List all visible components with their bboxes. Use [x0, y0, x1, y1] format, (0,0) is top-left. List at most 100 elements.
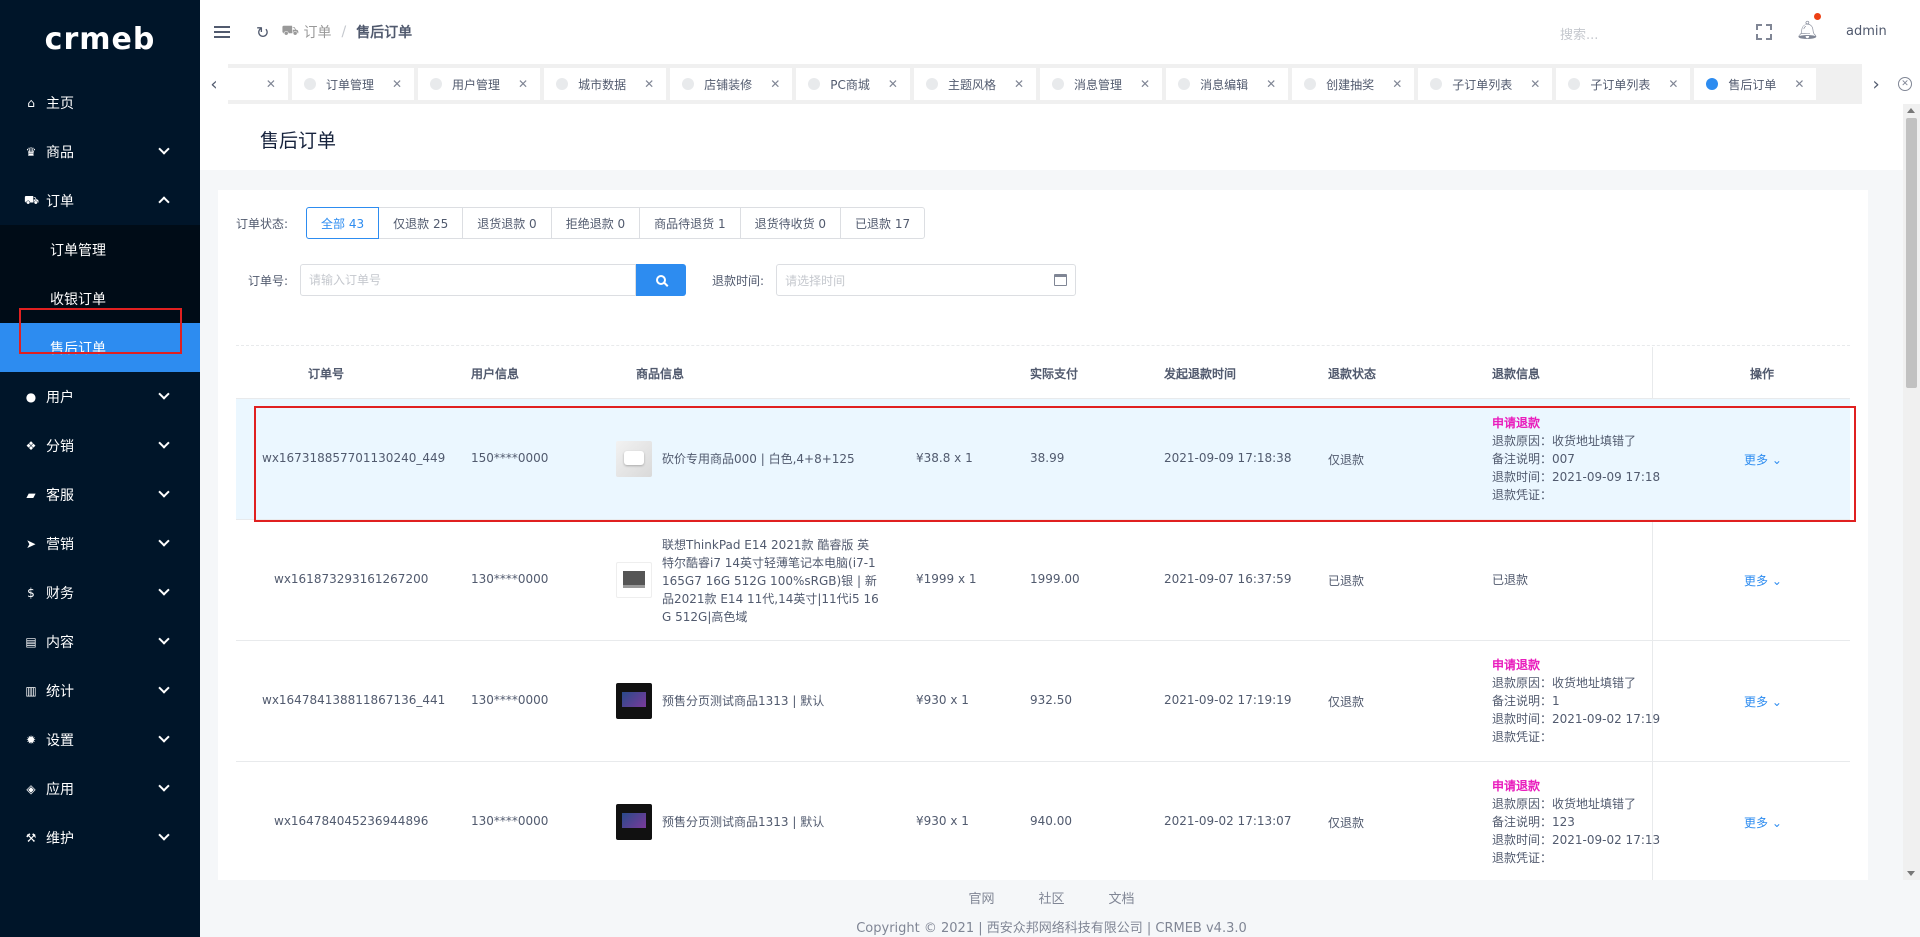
- table-row[interactable]: wx164784045236944896 130****0000 预售分页测试商…: [236, 762, 1850, 880]
- chevron-down-icon: [158, 780, 170, 792]
- close-icon[interactable]: ✕: [644, 77, 654, 91]
- tab-message-management[interactable]: 消息管理 ✕: [1040, 68, 1163, 100]
- scroll-up-icon[interactable]: [1907, 108, 1915, 113]
- product-thumbnail: [616, 441, 652, 477]
- sidebar-subitem-aftersale-orders[interactable]: 售后订单: [0, 323, 200, 372]
- sidebar-item-users[interactable]: ● 用户: [0, 372, 200, 421]
- header-search[interactable]: 搜索...: [1560, 24, 1598, 43]
- tab-hidden[interactable]: ✕: [227, 68, 288, 100]
- tab-scroll-right-icon[interactable]: ›: [1862, 64, 1891, 104]
- chevron-down-icon: [158, 829, 170, 841]
- sidebar-subitem-order-management[interactable]: 订单管理: [0, 225, 200, 274]
- sidebar-item-orders[interactable]: ⛟ 订单: [0, 176, 200, 225]
- table-row[interactable]: wx161873293161267200 130****0000 联想Think…: [236, 520, 1850, 641]
- product-name: 预售分页测试商品1313 | 默认: [662, 815, 825, 829]
- sidebar-item-label: 统计: [46, 683, 74, 700]
- filter-awaiting-receipt[interactable]: 退货待收货 0: [739, 207, 842, 239]
- product-thumbnail: [616, 804, 652, 840]
- filter-refunded[interactable]: 已退款 17: [840, 207, 926, 239]
- cart-icon: ⛟: [24, 192, 40, 207]
- more-dropdown[interactable]: 更多 ⌄: [1744, 814, 1782, 831]
- user-menu[interactable]: admin: [1846, 24, 1887, 39]
- close-icon[interactable]: ✕: [1266, 77, 1276, 91]
- bell-icon[interactable]: 🔔︎: [1796, 20, 1819, 41]
- tab-user-management[interactable]: 用户管理 ✕: [418, 68, 541, 100]
- scroll-thumb[interactable]: [1906, 118, 1917, 388]
- order-no-input[interactable]: [300, 264, 637, 296]
- book-icon: ▤: [25, 634, 37, 649]
- search-button[interactable]: [636, 264, 687, 296]
- tab-create-lottery[interactable]: 创建抽奖 ✕: [1292, 68, 1415, 100]
- sidebar-item-label: 商品: [46, 144, 74, 161]
- tab-message-edit[interactable]: 消息编辑 ✕: [1166, 68, 1289, 100]
- close-icon[interactable]: ✕: [518, 77, 528, 91]
- close-icon[interactable]: ✕: [888, 77, 898, 91]
- refresh-icon[interactable]: ↻: [256, 23, 269, 42]
- breadcrumb-parent[interactable]: 订单: [303, 22, 331, 42]
- sidebar-item-settings[interactable]: ✹ 设置: [0, 715, 200, 764]
- table-row[interactable]: wx167318857701130240_449 150****0000 砍价专…: [236, 399, 1850, 520]
- tab-pc-mall[interactable]: PC商城 ✕: [796, 68, 910, 100]
- paid-amount: 932.50: [1030, 693, 1072, 707]
- tab-sub-order-list-2[interactable]: 子订单列表 ✕: [1556, 68, 1691, 100]
- filter-all[interactable]: 全部 43: [306, 207, 380, 239]
- tab-scroll-left-icon[interactable]: ‹: [200, 64, 228, 104]
- filter-return-refund[interactable]: 退货退款 0: [462, 207, 552, 239]
- close-icon[interactable]: ✕: [1794, 77, 1804, 91]
- close-icon[interactable]: ✕: [1392, 77, 1402, 91]
- user-info: 130****0000: [471, 572, 549, 586]
- sidebar-item-finance[interactable]: $ 财务: [0, 568, 200, 617]
- sidebar-item-statistics[interactable]: ▥ 统计: [0, 666, 200, 715]
- col-refund-info: 退款信息: [1492, 367, 1541, 381]
- filter-refund-only[interactable]: 仅退款 25: [378, 207, 464, 239]
- sidebar-item-products[interactable]: ♛ 商品: [0, 127, 200, 176]
- close-icon[interactable]: ✕: [266, 77, 276, 91]
- table-row[interactable]: wx164784138811867136_441 130****0000 预售分…: [236, 641, 1850, 762]
- refund-info: 申请退款 退款原因：收货地址填错了 备注说明：1 退款时间：2021-09-02…: [1492, 658, 1661, 744]
- sidebar-item-service[interactable]: ▰ 客服: [0, 470, 200, 519]
- tab-store-decoration[interactable]: 店铺装修 ✕: [670, 68, 793, 100]
- footer-link-website[interactable]: 官网: [968, 888, 994, 907]
- refund-time: 2021-09-07 16:37:59: [1164, 572, 1292, 586]
- chart-icon: ▥: [25, 683, 37, 698]
- tab-dot-active: [1706, 78, 1719, 90]
- product-name: 砍价专用商品000 | 白色,4+8+125: [662, 452, 855, 466]
- sidebar: crmeb ⌂ 主页 ♛ 商品 ⛟ 订单 订单管理 收银订单 售后订单 ● 用户…: [0, 0, 200, 937]
- sidebar-item-marketing[interactable]: ➤ 营销: [0, 519, 200, 568]
- fullscreen-icon[interactable]: [1756, 24, 1772, 40]
- sidebar-item-apps[interactable]: ◈ 应用: [0, 764, 200, 813]
- close-icon[interactable]: ✕: [392, 77, 402, 91]
- more-dropdown[interactable]: 更多 ⌄: [1744, 693, 1782, 710]
- footer-link-docs[interactable]: 文档: [1109, 888, 1135, 907]
- tab-aftersale-orders[interactable]: 售后订单 ✕: [1694, 68, 1817, 100]
- scroll-down-icon[interactable]: [1907, 871, 1915, 876]
- sidebar-subitem-cashier-orders[interactable]: 收银订单: [0, 274, 200, 323]
- tab-theme-style[interactable]: 主题风格 ✕: [913, 68, 1037, 100]
- filter-awaiting-return[interactable]: 商品待退货 1: [639, 207, 741, 239]
- more-dropdown[interactable]: 更多 ⌄: [1744, 451, 1782, 468]
- more-dropdown[interactable]: 更多 ⌄: [1744, 572, 1782, 589]
- close-icon[interactable]: ✕: [1530, 77, 1540, 91]
- page-title: 售后订单: [260, 130, 337, 152]
- close-icon[interactable]: ✕: [1140, 77, 1150, 91]
- tab-dot: [808, 78, 821, 90]
- status-filter: 订单状态: 全部 43 仅退款 25 退货退款 0 拒绝退款 0 商品待退货 1…: [236, 207, 926, 239]
- product-thumbnail: [616, 683, 652, 719]
- tab-sub-order-list[interactable]: 子订单列表 ✕: [1418, 68, 1553, 100]
- tab-label: 城市数据: [578, 77, 627, 92]
- close-icon[interactable]: ✕: [770, 77, 780, 91]
- footer-link-community[interactable]: 社区: [1038, 888, 1064, 907]
- sidebar-item-maintenance[interactable]: ⚒ 维护: [0, 813, 200, 862]
- close-icon[interactable]: ✕: [1668, 77, 1678, 91]
- menu-toggle-icon[interactable]: [214, 26, 230, 38]
- refund-time-picker[interactable]: 请选择时间: [776, 264, 1077, 296]
- tab-city-data[interactable]: 城市数据 ✕: [544, 68, 667, 100]
- vertical-scrollbar[interactable]: [1903, 104, 1920, 880]
- sidebar-item-home[interactable]: ⌂ 主页: [0, 78, 200, 127]
- close-icon[interactable]: ✕: [1014, 77, 1024, 91]
- close-all-tabs-button[interactable]: ✕: [1890, 64, 1920, 104]
- sidebar-item-content[interactable]: ▤ 内容: [0, 617, 200, 666]
- tab-order-management[interactable]: 订单管理 ✕: [291, 68, 415, 100]
- filter-refused[interactable]: 拒绝退款 0: [550, 207, 641, 239]
- sidebar-item-distribution[interactable]: ❖ 分销: [0, 421, 200, 470]
